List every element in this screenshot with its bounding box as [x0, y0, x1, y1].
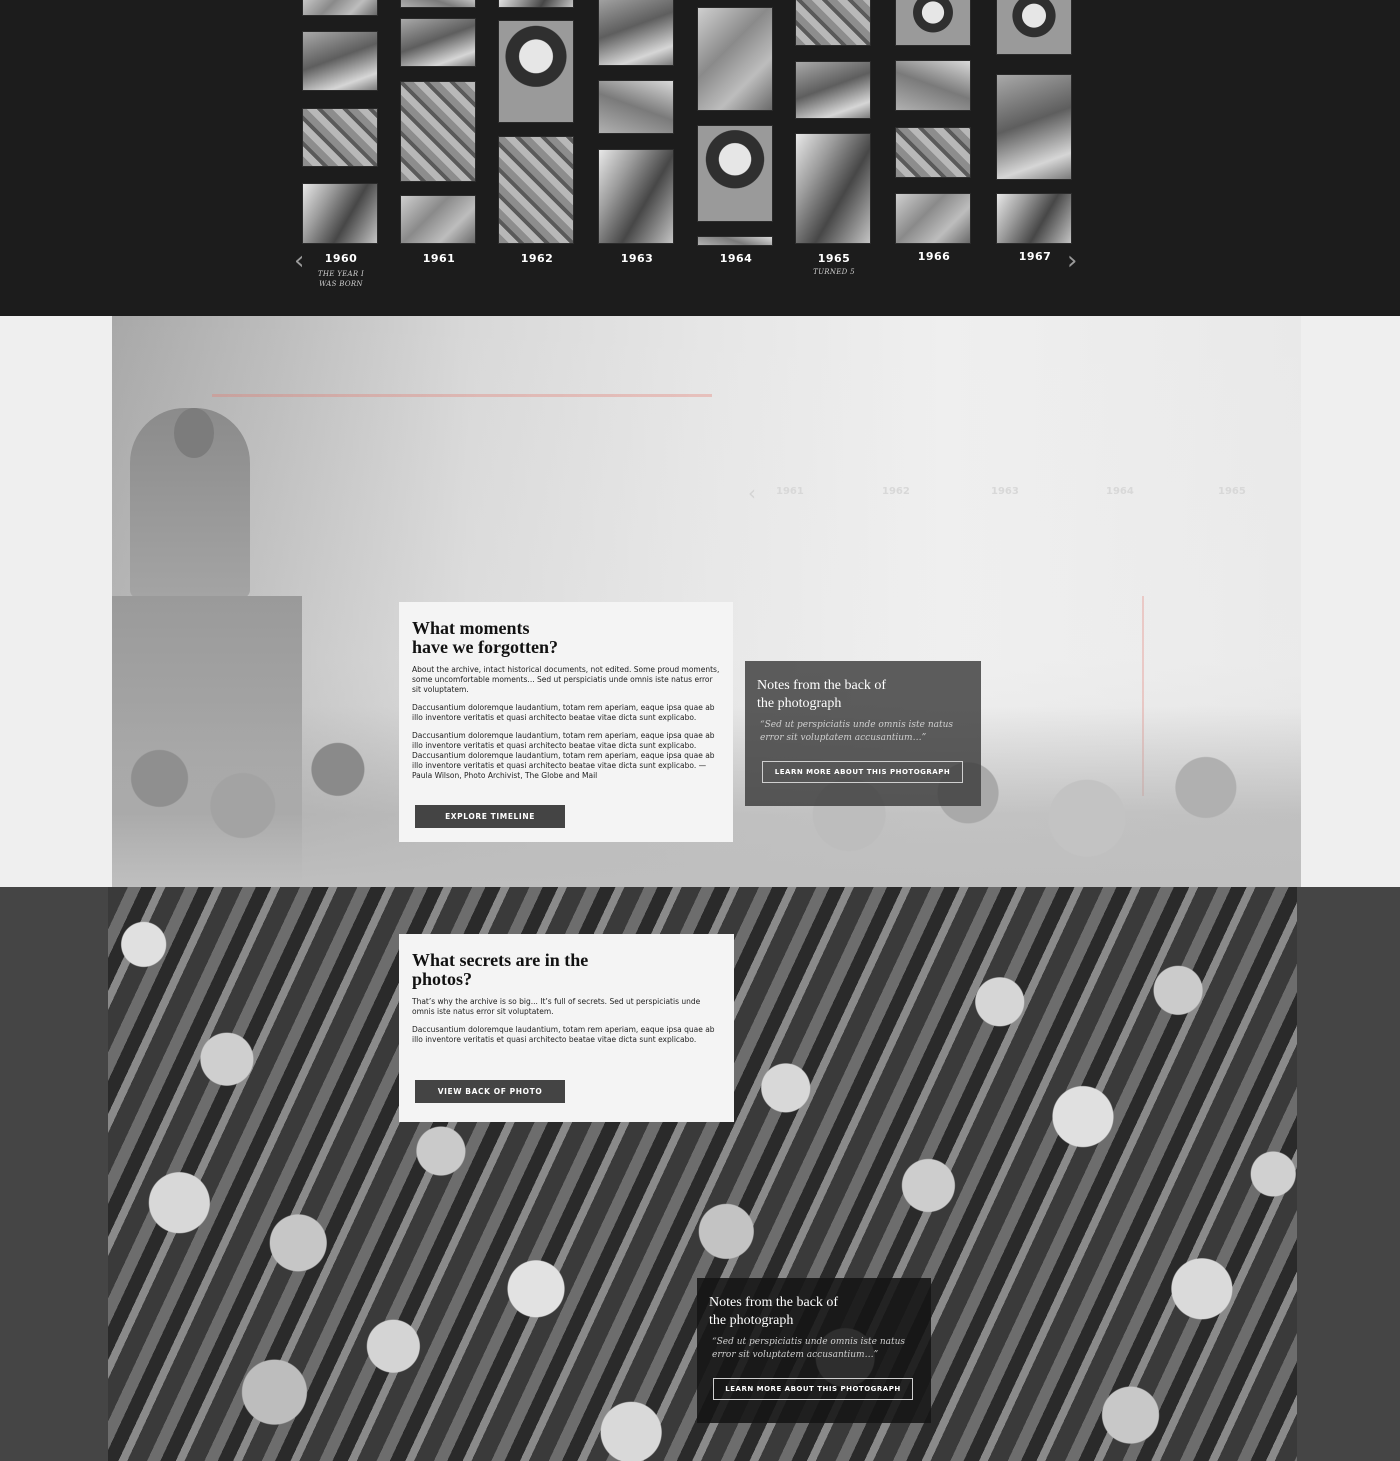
photo-note-card: Notes from the back of the photograph “S… [697, 1278, 931, 1423]
timeline-column-1961: 1961 [400, 0, 478, 316]
timeline-photo[interactable] [302, 31, 378, 91]
note-quote: “Sed ut perspiciatis unde omnis iste nat… [760, 720, 954, 743]
timeline-photo[interactable] [895, 0, 971, 46]
year-label[interactable]: 1960 [302, 252, 380, 265]
timeline-photo[interactable] [795, 0, 871, 46]
timeline-photo[interactable] [996, 0, 1072, 55]
moments-paragraph-3: Daccusantium doloremque laudantium, tota… [412, 731, 715, 780]
timeline-photo[interactable] [498, 136, 574, 244]
secrets-paragraph-2: Daccusantium doloremque laudantium, tota… [412, 1025, 715, 1044]
moments-paragraph-1: About the archive, intact historical doc… [412, 665, 720, 694]
year-label[interactable]: 1962 [498, 252, 576, 265]
year-label[interactable]: 1966 [895, 250, 973, 263]
timeline-photo[interactable] [400, 81, 476, 182]
moments-title: What moments have we forgotten? [412, 618, 558, 657]
timeline-photo[interactable] [302, 108, 378, 167]
timeline-column-1966: 1966 [895, 0, 973, 316]
timeline-photo[interactable] [697, 7, 773, 111]
learn-more-photo-button[interactable]: LEARN MORE ABOUT THIS PHOTOGRAPH [762, 761, 963, 783]
timeline-photo[interactable] [302, 0, 378, 16]
moments-paragraph-2: Daccusantium doloremque laudantium, tota… [412, 703, 715, 722]
note-quote: “Sed ut perspiciatis unde omnis iste nat… [712, 1337, 906, 1360]
timeline-column-1965: 1965 TURNED 5 [795, 0, 873, 316]
timeline-photo[interactable] [697, 236, 773, 246]
timeline-column-1964: 1964 [697, 0, 775, 316]
timeline-photo[interactable] [400, 18, 476, 67]
timeline-photo[interactable] [400, 0, 476, 8]
timeline-column-1967: 1967 [996, 0, 1074, 316]
photo-timeline: ‹ › 1960 THE YEAR I WAS BORN 1961 1962 1… [0, 0, 1400, 316]
year-label[interactable]: 1964 [697, 252, 775, 265]
timeline-photo[interactable] [895, 127, 971, 178]
secrets-title: What secrets are in the photos? [412, 950, 589, 989]
timeline-photo[interactable] [795, 61, 871, 119]
timeline-column-1960: 1960 THE YEAR I WAS BORN [302, 0, 380, 316]
chevron-left-icon: ‹ [748, 481, 756, 505]
timeline-photo[interactable] [795, 133, 871, 244]
timeline-photo[interactable] [895, 60, 971, 111]
timeline-photo[interactable] [996, 74, 1072, 180]
photo-note-card: Notes from the back of the photograph “S… [745, 661, 981, 806]
learn-more-photo-button[interactable]: LEARN MORE ABOUT THIS PHOTOGRAPH [713, 1378, 913, 1400]
timeline-column-1963: 1963 [598, 0, 676, 316]
timeline-photo[interactable] [996, 193, 1072, 244]
explore-timeline-button[interactable]: EXPLORE TIMELINE [415, 805, 565, 828]
timeline-photo[interactable] [598, 149, 674, 244]
timeline-photo[interactable] [598, 80, 674, 134]
timeline-photo[interactable] [498, 20, 574, 123]
timeline-photo[interactable] [302, 183, 378, 244]
timeline-photo[interactable] [895, 193, 971, 244]
secrets-section: What secrets are in the photos? That’s w… [0, 887, 1400, 1461]
ghost-timeline: ‹ 1961 1962 1963 1964 1965 [748, 481, 1246, 505]
timeline-column-1962: 1962 [498, 0, 576, 316]
year-label[interactable]: 1965 [795, 252, 873, 265]
note-title: Notes from the back of the photograph [757, 678, 887, 711]
year-note: THE YEAR I WAS BORN [317, 270, 365, 288]
year-label[interactable]: 1967 [996, 250, 1074, 263]
timeline-photo[interactable] [598, 0, 674, 66]
secrets-paragraph-1: That’s why the archive is so big... It’s… [412, 997, 701, 1016]
secrets-card: What secrets are in the photos? That’s w… [399, 934, 734, 1122]
view-back-of-photo-button[interactable]: VIEW BACK OF PHOTO [415, 1080, 565, 1103]
timeline-photo[interactable] [498, 0, 574, 8]
year-label[interactable]: 1961 [400, 252, 478, 265]
moments-section: ‹ 1961 1962 1963 1964 1965 What moments … [0, 316, 1400, 887]
timeline-photo[interactable] [400, 195, 476, 244]
note-title: Notes from the back of the photograph [709, 1295, 839, 1328]
year-note: TURNED 5 [813, 268, 855, 276]
moments-card: What moments have we forgotten? About th… [399, 602, 733, 842]
year-label[interactable]: 1963 [598, 252, 676, 265]
timeline-photo[interactable] [697, 125, 773, 222]
